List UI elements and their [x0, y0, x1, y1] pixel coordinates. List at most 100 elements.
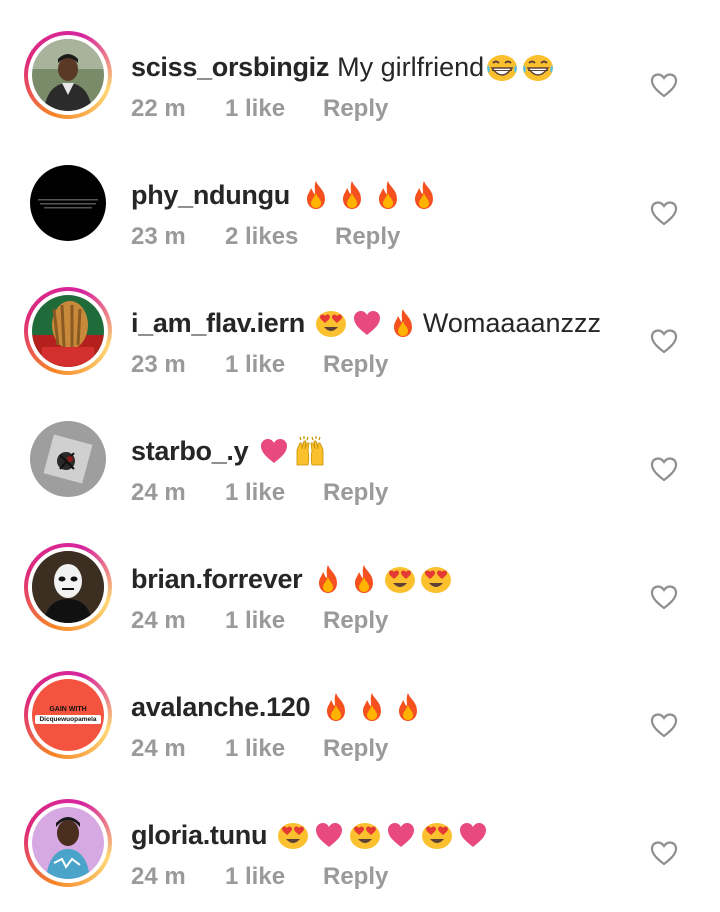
- heart-emoji-icon: [351, 307, 383, 339]
- comment-likes[interactable]: 1 like: [225, 351, 323, 379]
- avatar-caption: GAIN WITH Dicquewuopamela: [32, 705, 104, 724]
- comment-username[interactable]: avalanche.120: [131, 692, 311, 723]
- reply-button[interactable]: Reply: [323, 351, 388, 379]
- like-heart-icon[interactable]: [650, 456, 678, 482]
- reply-button[interactable]: Reply: [323, 95, 388, 123]
- avatar-photo: GAIN WITH Dicquewuopamela: [32, 679, 104, 751]
- avatar-photo: [32, 39, 104, 111]
- avatar[interactable]: GAIN WITH Dicquewuopamela: [24, 671, 112, 759]
- comment-emojis: [312, 563, 452, 595]
- comment-time: 24 m: [131, 479, 186, 506]
- avatar-photo: [32, 807, 104, 879]
- like-heart-icon[interactable]: [650, 840, 678, 866]
- avatar[interactable]: [24, 31, 112, 119]
- reply-button[interactable]: Reply: [323, 479, 388, 507]
- heart-eyes-emoji-icon: [349, 819, 381, 851]
- comment-likes[interactable]: 1 like: [225, 735, 323, 763]
- comment-username[interactable]: i_am_flav.iern: [131, 308, 305, 339]
- comment-time: 24 m: [131, 607, 186, 634]
- comment-item: sciss_orsbingiz My girlfriend 22 m 1 lik…: [0, 16, 720, 144]
- comment-username[interactable]: brian.forrever: [131, 564, 303, 595]
- fire-emoji-icon: [372, 179, 404, 211]
- comment-meta: 24 m 1 like Reply: [131, 605, 388, 637]
- comment-meta: 24 m 1 like Reply: [131, 861, 388, 893]
- comment-likes[interactable]: 1 like: [225, 95, 323, 123]
- avatar[interactable]: [24, 799, 112, 887]
- fire-emoji-icon: [300, 179, 332, 211]
- fire-emoji-icon: [392, 691, 424, 723]
- grinning-tears-emoji-icon: [522, 51, 554, 83]
- avatar-photo: [30, 165, 106, 241]
- like-heart-icon[interactable]: [650, 200, 678, 226]
- comment-meta: 23 m 2 likes Reply: [131, 221, 400, 253]
- heart-eyes-emoji-icon: [384, 563, 416, 595]
- avatar-photo: [30, 421, 106, 497]
- comment-username[interactable]: starbo_.y: [131, 436, 249, 467]
- avatar-photo: [32, 295, 104, 367]
- fire-emoji-icon: [387, 307, 419, 339]
- like-heart-icon[interactable]: [650, 584, 678, 610]
- comment-item: phy_ndungu 23 m 2 likes Reply: [0, 144, 720, 272]
- avatar-caption-line1: GAIN WITH: [49, 706, 87, 713]
- fire-emoji-icon: [312, 563, 344, 595]
- comment-likes[interactable]: 2 likes: [225, 223, 335, 251]
- avatar[interactable]: [24, 543, 112, 631]
- comment-item: starbo_.y 24 m 1 like Reply: [0, 400, 720, 528]
- comment-emojis: [320, 691, 424, 723]
- comment-line: phy_ndungu: [131, 175, 440, 215]
- comment-username[interactable]: gloria.tunu: [131, 820, 267, 851]
- comment-username[interactable]: sciss_orsbingiz: [131, 52, 329, 83]
- comment-emojis: [258, 435, 326, 467]
- avatar[interactable]: [24, 287, 112, 375]
- comment-item: GAIN WITH Dicquewuopamela avalanche.120 …: [0, 656, 720, 784]
- heart-eyes-emoji-icon: [421, 819, 453, 851]
- comment-time: 23 m: [131, 351, 186, 378]
- grinning-tears-emoji-icon: [486, 51, 518, 83]
- comment-line: avalanche.120: [131, 687, 424, 727]
- comment-item: gloria.tunu 24 m 1 like Reply: [0, 784, 720, 912]
- comment-line: sciss_orsbingiz My girlfriend: [131, 47, 554, 87]
- comment-time: 22 m: [131, 95, 186, 122]
- comment-meta: 24 m 1 like Reply: [131, 477, 388, 509]
- comment-item: brian.forrever 24 m 1 like Reply: [0, 528, 720, 656]
- comment-meta: 23 m 1 like Reply: [131, 349, 388, 381]
- comment-line: gloria.tunu: [131, 815, 489, 855]
- avatar[interactable]: [24, 415, 112, 503]
- heart-emoji-icon: [313, 819, 345, 851]
- comment-emojis: [277, 819, 489, 851]
- comment-line: starbo_.y: [131, 431, 326, 471]
- reply-button[interactable]: Reply: [335, 223, 400, 251]
- fire-emoji-icon: [356, 691, 388, 723]
- comment-time: 23 m: [131, 223, 186, 250]
- comment-likes[interactable]: 1 like: [225, 479, 323, 507]
- comment-text: Womaaaanzzz: [422, 307, 601, 338]
- reply-button[interactable]: Reply: [323, 607, 388, 635]
- reply-button[interactable]: Reply: [323, 735, 388, 763]
- heart-emoji-icon: [385, 819, 417, 851]
- comment-time: 24 m: [131, 735, 186, 762]
- comment-emojis: [486, 51, 554, 83]
- heart-eyes-emoji-icon: [420, 563, 452, 595]
- comment-likes[interactable]: 1 like: [225, 607, 323, 635]
- comment-meta: 22 m 1 like Reply: [131, 93, 388, 125]
- comment-likes[interactable]: 1 like: [225, 863, 323, 891]
- avatar-caption-line2: Dicquewuopamela: [35, 715, 101, 724]
- fire-emoji-icon: [320, 691, 352, 723]
- comment-time: 24 m: [131, 863, 186, 890]
- fire-emoji-icon: [348, 563, 380, 595]
- heart-eyes-emoji-icon: [315, 307, 347, 339]
- comment-emojis: [315, 307, 419, 339]
- raised-hands-emoji-icon: [294, 435, 326, 467]
- comment-item: i_am_flav.iern Womaaaanzzz 23 m 1 like R…: [0, 272, 720, 400]
- fire-emoji-icon: [336, 179, 368, 211]
- comment-text: My girlfriend: [337, 51, 485, 82]
- reply-button[interactable]: Reply: [323, 863, 388, 891]
- like-heart-icon[interactable]: [650, 72, 678, 98]
- comment-username[interactable]: phy_ndungu: [131, 180, 290, 211]
- avatar-photo: [32, 551, 104, 623]
- heart-emoji-icon: [258, 435, 290, 467]
- like-heart-icon[interactable]: [650, 712, 678, 738]
- avatar[interactable]: [24, 159, 112, 247]
- like-heart-icon[interactable]: [650, 328, 678, 354]
- heart-emoji-icon: [457, 819, 489, 851]
